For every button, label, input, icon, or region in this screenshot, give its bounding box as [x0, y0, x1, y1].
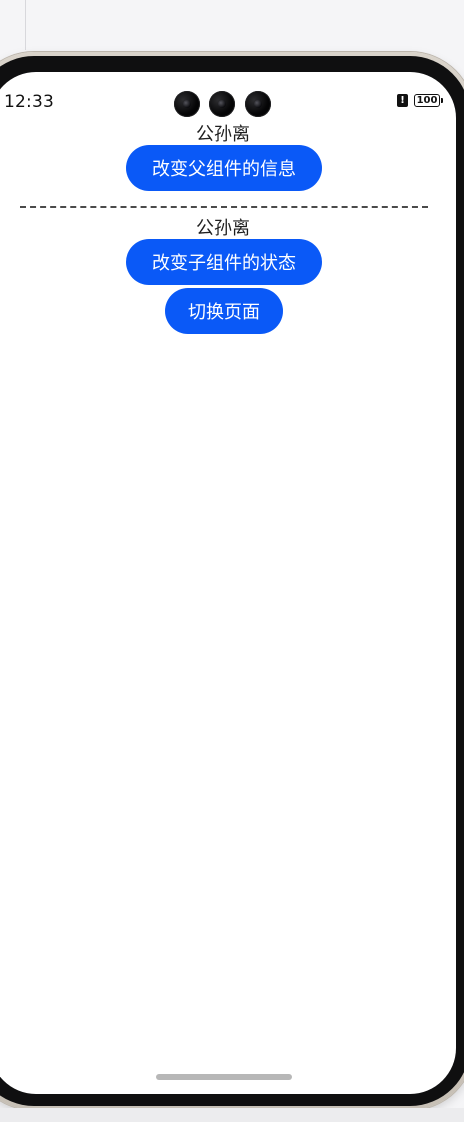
divider [20, 206, 428, 208]
bottom-bar [0, 1108, 464, 1122]
change-parent-info-button[interactable]: 改变父组件的信息 [126, 145, 322, 191]
camera-lens-icon [245, 91, 271, 117]
change-child-state-button[interactable]: 改变子组件的状态 [126, 239, 322, 285]
guide-line [25, 0, 26, 50]
status-indicators: ! 100 [397, 94, 443, 107]
status-time: 12:33 [4, 92, 54, 112]
switch-page-button[interactable]: 切换页面 [165, 288, 283, 334]
battery-icon: 100 [414, 94, 443, 107]
phone-screen: 12:33 ! 100 公孙离 改变父组件的信息 公孙离 改变子组件的状态 切换… [0, 72, 456, 1094]
camera-lens-icon [174, 91, 200, 117]
camera-lens-icon [209, 91, 235, 117]
screenshot-canvas: 12:33 ! 100 公孙离 改变父组件的信息 公孙离 改变子组件的状态 切换… [0, 0, 464, 1122]
child-name-text: 公孙离 [196, 218, 250, 239]
alert-icon: ! [397, 94, 408, 107]
parent-name-text: 公孙离 [196, 124, 250, 145]
home-indicator[interactable] [156, 1074, 292, 1080]
camera-cluster [174, 91, 272, 119]
